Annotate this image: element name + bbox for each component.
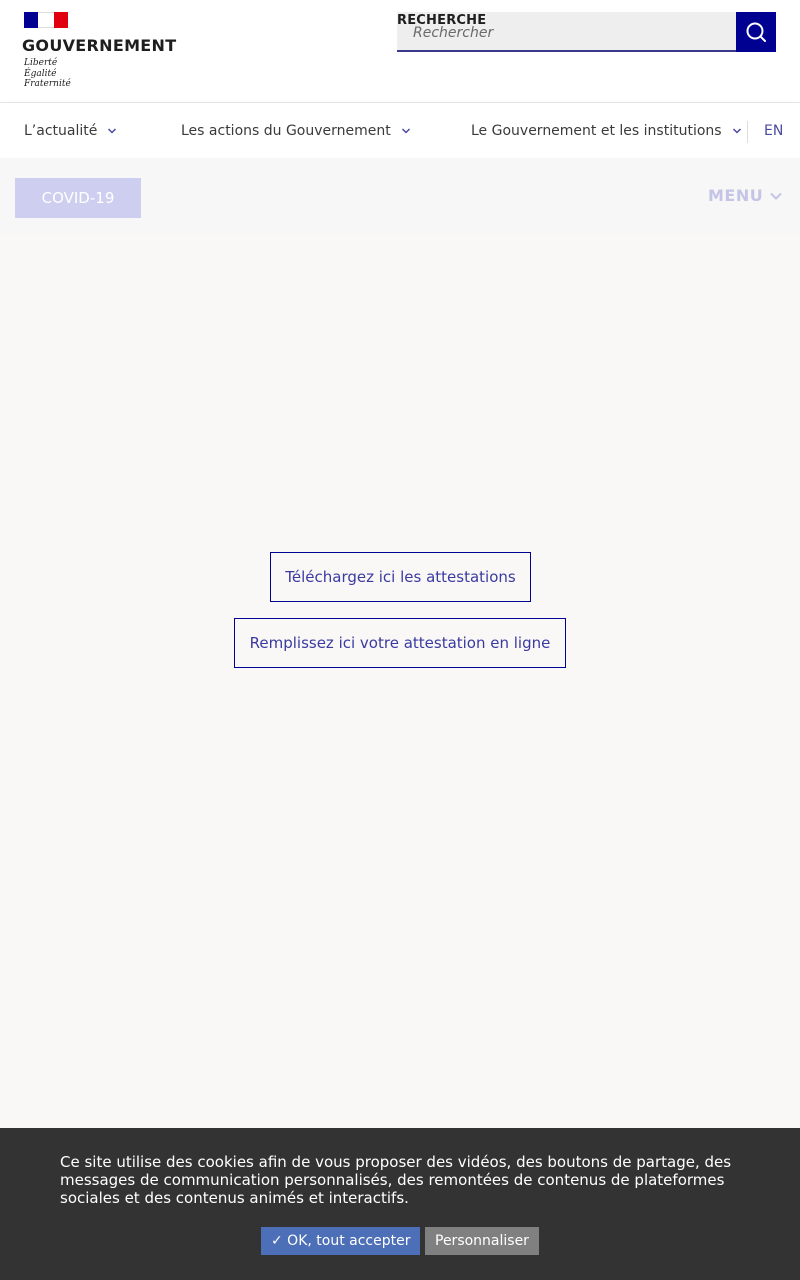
menu-button[interactable]: MENU [708,186,783,205]
chevron-down-icon [401,127,411,135]
nav-item-label: L’actualité [24,123,98,139]
customize-cookies-button[interactable]: Personnaliser [425,1227,539,1255]
nav-item-actualite[interactable]: L’actualité [24,103,117,159]
nav-item-actions[interactable]: Les actions du Gouvernement [181,103,411,159]
accept-cookies-button[interactable]: ✓ OK, tout accepter [261,1227,421,1255]
motto-liberte: Liberté [24,58,58,68]
online-attestation-button[interactable]: Remplissez ici votre attestation en lign… [234,618,566,668]
language-switch-en[interactable]: EN [764,103,783,159]
nav-item-label: Le Gouvernement et les institutions [471,123,722,139]
french-flag-icon [24,12,68,28]
gov-name: GOUVERNEMENT [22,36,177,55]
chevron-down-icon [732,127,742,135]
motto: Liberté Égalité Fraternité [24,58,71,90]
nav-item-label: Les actions du Gouvernement [181,123,391,139]
search-icon [746,22,766,42]
search-button[interactable] [736,12,776,52]
nav-divider [747,121,748,143]
nav-item-institutions[interactable]: Le Gouvernement et les institutions [471,103,742,159]
motto-fraternite: Fraternité [24,79,71,89]
secondary-bar: COVID-19 MENU [0,158,800,234]
chevron-down-icon [769,191,783,201]
download-attestations-button[interactable]: Téléchargez ici les attestations [270,552,531,602]
chevron-down-icon [107,127,117,135]
search-label: RECHERCHE [397,13,487,28]
main-content: Téléchargez ici les attestations Remplis… [0,234,800,1128]
government-logo[interactable]: GOUVERNEMENT Liberté Égalité Fraternité [22,12,182,96]
motto-egalite: Égalité [24,68,57,79]
site-header: GOUVERNEMENT Liberté Égalité Fraternité … [0,0,800,102]
menu-label: MENU [708,186,764,205]
main-nav: L’actualité Les actions du Gouvernement … [0,102,800,158]
cookie-message: Ce site utilise des cookies afin de vous… [60,1153,732,1207]
cookie-banner: Ce site utilise des cookies afin de vous… [0,1128,800,1280]
covid-button[interactable]: COVID-19 [15,178,141,218]
